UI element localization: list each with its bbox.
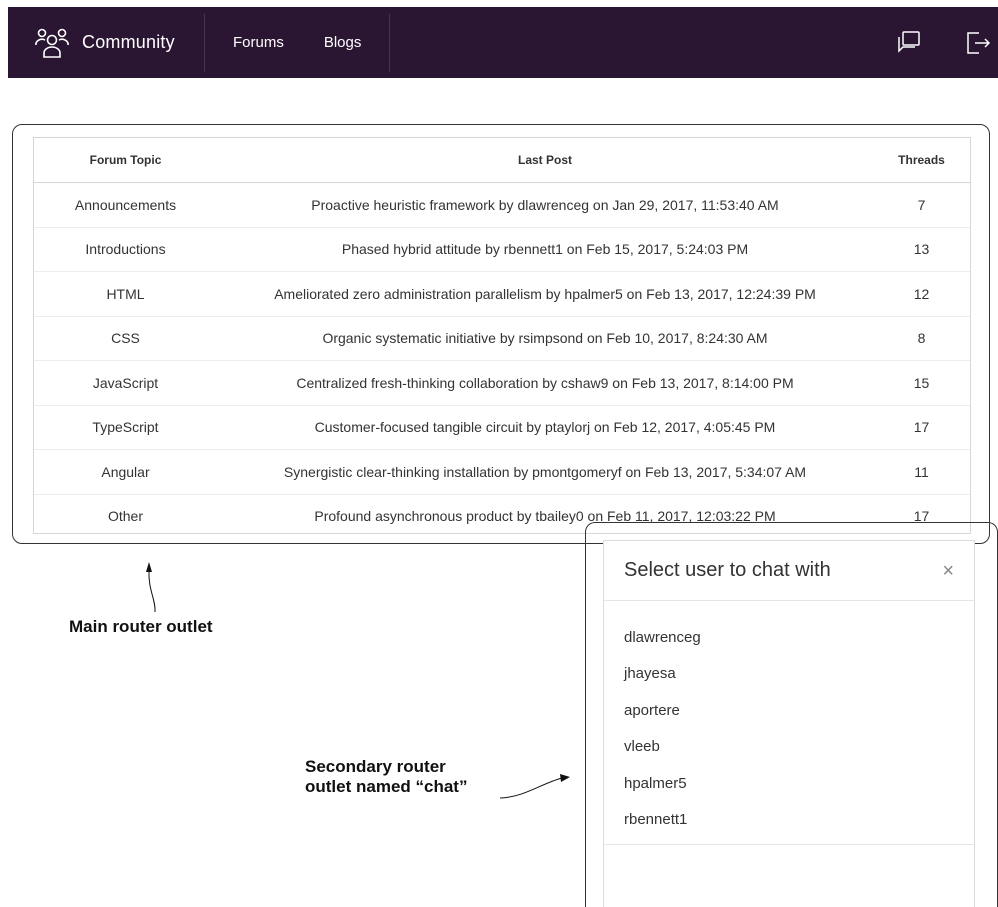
main-outlet-arrow [148,569,156,613]
chat-outlet-annotation-line2: outlet named “chat” [305,777,468,796]
chat-outlet-annotation: Secondary router outlet named “chat” [305,757,467,797]
annotation-arrows [146,562,570,799]
main-outlet-arrowhead [146,562,152,572]
chat-outlet-arrowhead [560,774,570,782]
chat-outlet-arrow [499,777,563,799]
main-outlet-annotation: Main router outlet [69,617,213,636]
chat-outlet-annotation-line1: Secondary router [305,757,446,776]
